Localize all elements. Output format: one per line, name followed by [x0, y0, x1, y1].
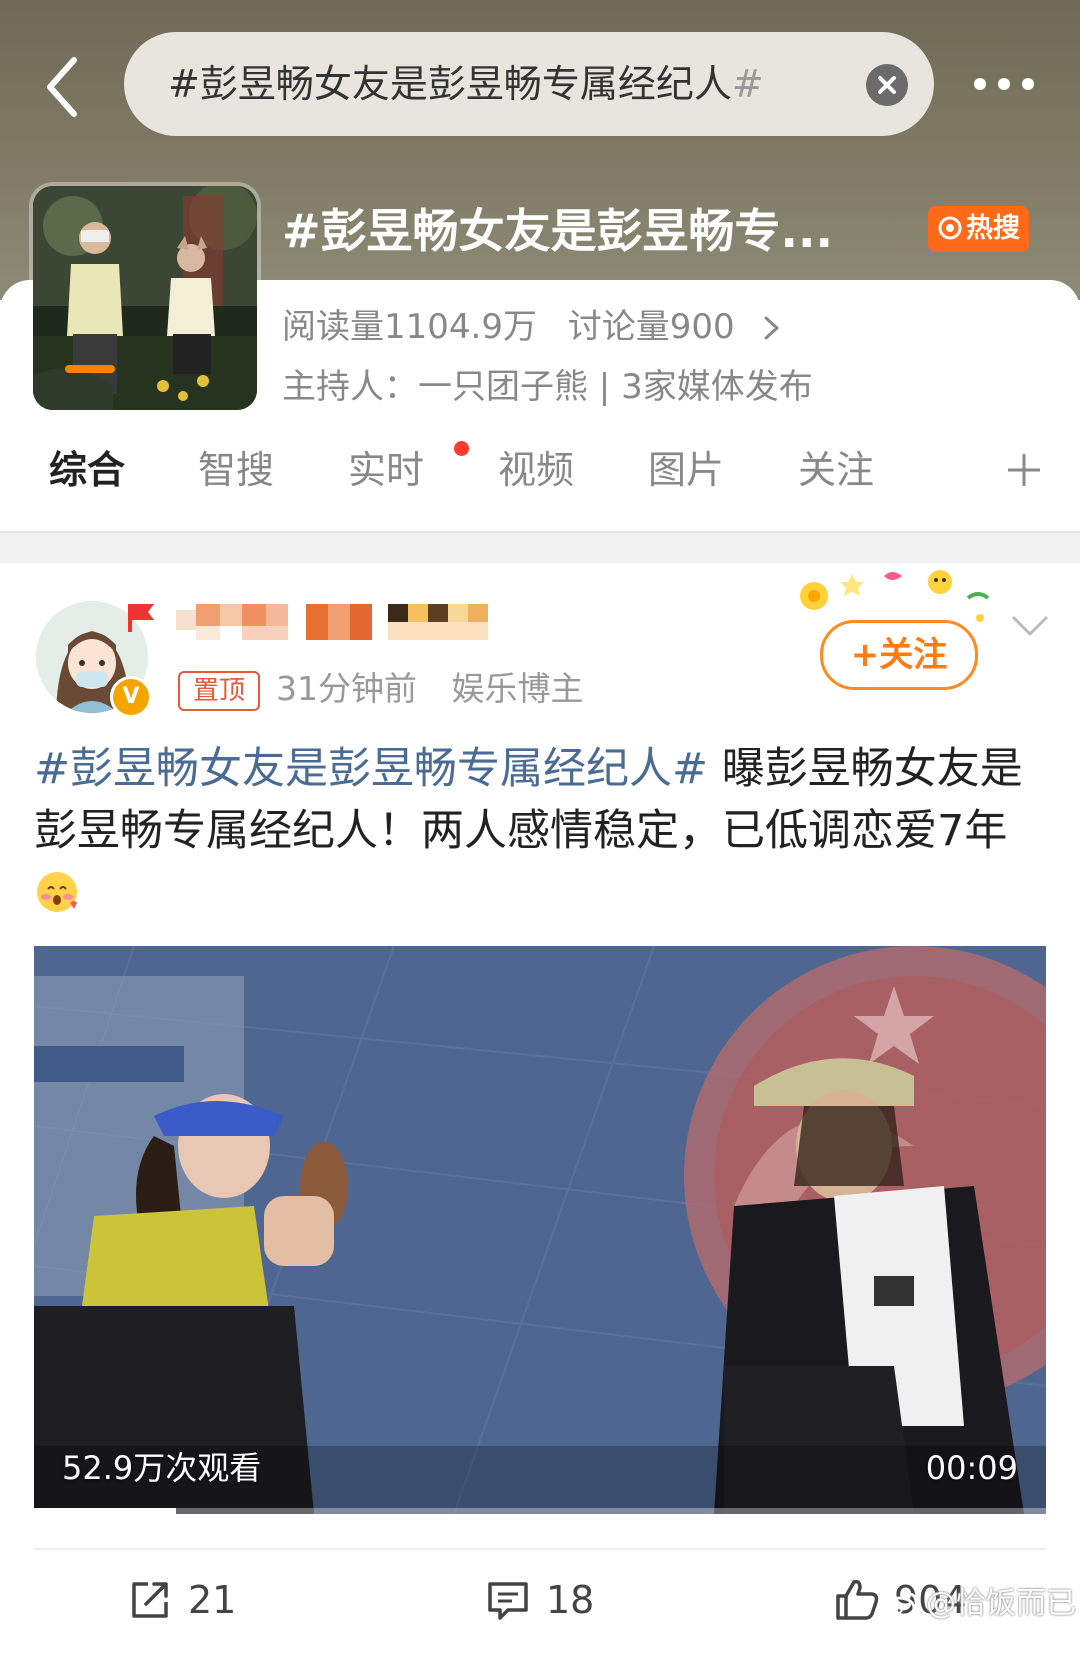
hot-search-badge: 热搜 [928, 206, 1029, 252]
more-dots-icon [974, 78, 1034, 90]
topic-thumbnail [33, 186, 257, 410]
topic-stats[interactable]: 阅读量1104.9万 讨论量900 [282, 302, 755, 352]
topic-host-line[interactable]: 主持人：一只团子熊 | 3家媒体发布 [282, 362, 813, 412]
tab-divider [0, 531, 1080, 533]
back-button[interactable] [40, 52, 90, 122]
flag-icon [128, 604, 154, 632]
pinned-badge: 置顶 [178, 671, 260, 711]
video-duration: 00:09 [925, 1449, 1018, 1487]
repost-button[interactable]: 21 [128, 1570, 248, 1630]
video-progress-bar[interactable] [34, 1508, 1046, 1514]
search-bar[interactable]: #彭昱畅女友是彭昱畅专属经纪人# [124, 32, 934, 136]
video-progress-fill [34, 1508, 176, 1514]
realtime-new-dot [454, 441, 469, 456]
weibo-watermark: @恰饭而已 [884, 1582, 1076, 1626]
actions-divider [34, 1548, 1046, 1550]
search-query-text: #彭昱畅女友是彭昱畅专属经纪人 [168, 62, 732, 106]
topic-title: #彭昱畅女友是彭昱畅专... [282, 204, 833, 258]
post-hashtag-link[interactable]: #彭昱畅女友是彭昱畅专属经纪人# [34, 744, 708, 794]
comment-count: 18 [546, 1578, 595, 1622]
hot-badge-label: 热搜 [966, 213, 1020, 244]
discussion-count: 讨论量900 [567, 307, 735, 347]
topic-photo-image [33, 186, 257, 410]
tab-video[interactable]: 视频 [498, 430, 574, 510]
hot-icon [938, 216, 962, 240]
video-frame-image [34, 946, 1046, 1514]
close-icon [878, 76, 896, 94]
comment-icon [488, 1582, 528, 1620]
tab-smart-search[interactable]: 智搜 [198, 430, 274, 510]
watermark-text: @恰饭而已 [926, 1586, 1076, 1621]
tab-comprehensive[interactable]: 综合 [49, 430, 125, 510]
verified-v-icon: V [110, 676, 152, 718]
video-view-count: 52.9万次观看 [62, 1449, 262, 1487]
chevron-down-icon[interactable] [1010, 612, 1050, 642]
post-time: 31分钟前 [276, 669, 417, 708]
username-blurred-image[interactable] [176, 604, 506, 644]
active-tab-indicator [65, 365, 115, 373]
search-query-faded-text: # [731, 62, 764, 106]
blush-face-emoji-icon [37, 872, 77, 912]
post-meta: 31分钟前 娱乐博主 [276, 664, 608, 714]
tab-following[interactable]: 关注 [798, 430, 874, 510]
post-body: #彭昱畅女友是彭昱畅专属经纪人# 曝彭昱畅女友是彭昱畅专属经纪人！两人感情稳定，… [34, 738, 1044, 924]
tab-realtime[interactable]: 实时 [348, 430, 424, 510]
add-tab-plus-icon[interactable] [1006, 452, 1042, 488]
more-options-button[interactable] [970, 64, 1060, 104]
section-gap [0, 533, 1080, 563]
tab-bar: 综合 智搜 实时 视频 图片 关注 [0, 430, 1080, 530]
search-input[interactable]: #彭昱畅女友是彭昱畅专属经纪人# [168, 56, 808, 112]
video-player[interactable]: 52.9万次观看 00:09 [34, 946, 1046, 1514]
repost-count: 21 [188, 1578, 237, 1622]
comment-button[interactable]: 18 [486, 1570, 606, 1630]
clear-search-button[interactable] [866, 64, 908, 106]
chevron-right-icon[interactable] [762, 316, 782, 340]
share-icon [132, 1582, 168, 1618]
follow-button[interactable]: +关注 [820, 620, 978, 690]
read-count: 阅读量1104.9万 [282, 307, 537, 347]
tab-images[interactable]: 图片 [648, 430, 724, 510]
back-arrow-icon [47, 57, 77, 117]
author-role: 娱乐博主 [451, 669, 584, 708]
thumbs-up-icon [836, 1579, 879, 1620]
weibo-logo-icon [884, 1592, 918, 1620]
